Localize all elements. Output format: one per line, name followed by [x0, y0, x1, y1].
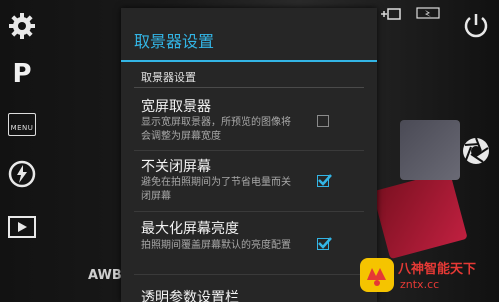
pref-summary: 拍照期间覆盖屏幕默认的亮度配置	[141, 240, 291, 251]
section-divider	[134, 87, 364, 88]
pref-title: 最大化屏幕亮度	[141, 221, 239, 237]
flash-auto-icon[interactable]	[4, 156, 40, 192]
watermark-logo-icon	[360, 258, 394, 292]
pref-keep-screen-on[interactable]: 不关闭屏幕 避免在拍照期间为了节省电量而关闭屏幕	[121, 151, 377, 211]
flash-indicator-icon	[416, 6, 440, 20]
checkmark-icon	[318, 237, 332, 249]
dialog-title: 取景器设置	[134, 32, 215, 51]
preview-object-light	[400, 120, 460, 180]
mode-p-button[interactable]: P	[4, 56, 40, 92]
awb-label[interactable]: AWB	[88, 268, 122, 283]
menu-button[interactable]: MENU	[4, 112, 40, 136]
watermark-line1: 八神智能天下	[398, 262, 477, 277]
viewfinder-settings-dialog: 取景器设置 取景器设置 宽屏取景器 显示宽屏取景器，所预览的图像将会调整为屏幕宽…	[121, 8, 377, 302]
pref-summary: 显示宽屏取景器，所预览的图像将会调整为屏幕宽度	[141, 117, 291, 142]
checkmark-icon	[318, 174, 332, 186]
title-divider	[121, 60, 377, 62]
settings-gear-icon[interactable]	[4, 8, 40, 44]
shutter-power-icon[interactable]	[459, 8, 493, 42]
checkbox-unchecked[interactable]	[317, 115, 329, 127]
watermark: 八神智能天下 zntx.cc	[356, 250, 499, 302]
pref-summary: 避免在拍照期间为了节省电量而关闭屏幕	[141, 177, 291, 202]
gallery-play-icon[interactable]	[4, 212, 40, 242]
checkbox-checked[interactable]	[317, 237, 332, 250]
section-header: 取景器设置	[141, 71, 196, 84]
menu-label: MENU	[10, 123, 34, 132]
watermark-line2: zntx.cc	[400, 278, 440, 291]
checkbox-checked[interactable]	[317, 174, 332, 187]
pref-transparent-settings-bar[interactable]: 透明参数设置栏	[121, 275, 377, 302]
pref-title: 透明参数设置栏	[141, 290, 239, 302]
aperture-icon[interactable]	[459, 134, 493, 168]
pref-title: 不关闭屏幕	[141, 159, 211, 175]
pref-title: 宽屏取景器	[141, 99, 211, 115]
pref-max-brightness[interactable]: 最大化屏幕亮度 拍照期间覆盖屏幕默认的亮度配置	[121, 212, 377, 274]
pref-widescreen-viewfinder[interactable]: 宽屏取景器 显示宽屏取景器，所预览的图像将会调整为屏幕宽度	[121, 92, 377, 150]
left-toolbar: P MENU	[0, 0, 46, 302]
battery-plus-icon	[380, 6, 402, 22]
mode-p-label: P	[12, 59, 32, 89]
